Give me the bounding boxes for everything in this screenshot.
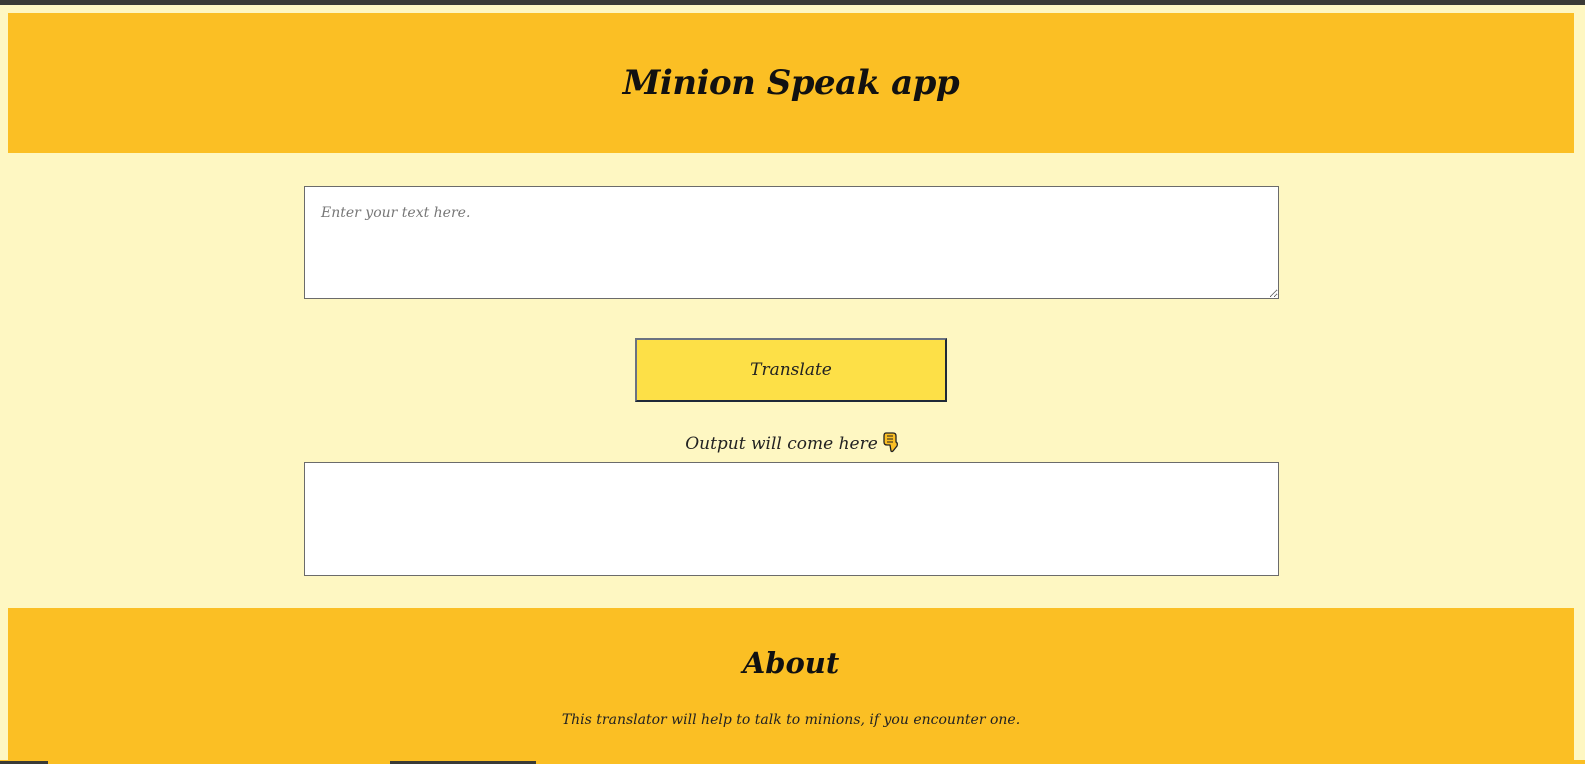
about-section: About This translator will help to talk … (8, 608, 1574, 764)
output-box (304, 462, 1279, 576)
output-label: Output will come here (685, 434, 878, 454)
translate-button[interactable]: Translate (635, 338, 947, 402)
bottom-border (0, 760, 1585, 764)
window-top-border (0, 0, 1585, 5)
about-description: This translator will help to talk to min… (561, 712, 1021, 728)
pointing-down-hand-icon (882, 431, 900, 458)
text-input[interactable] (304, 186, 1279, 299)
translator-section: Translate Output will come here (0, 153, 1585, 608)
output-caption: Output will come here (0, 431, 1585, 458)
app-header: Minion Speak app (8, 13, 1574, 153)
page-title: Minion Speak app (622, 63, 960, 103)
about-title: About (742, 646, 840, 680)
